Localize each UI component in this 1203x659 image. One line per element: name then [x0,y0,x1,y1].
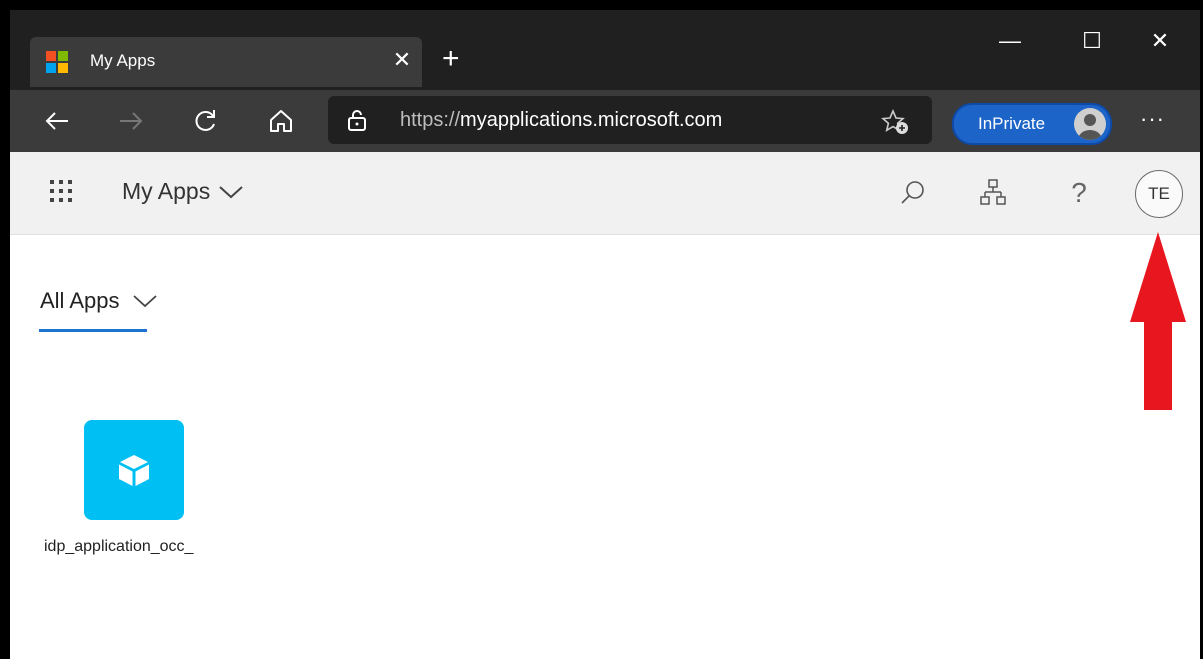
active-filter-underline [39,329,147,332]
url-text[interactable]: https://myapplications.microsoft.com [400,109,722,132]
lock-icon [348,110,366,131]
inprivate-label: InPrivate [978,114,1046,133]
help-icon[interactable]: ? [1062,176,1096,210]
close-window-button[interactable]: ✕ [1140,28,1180,54]
chevron-down-icon [132,295,157,308]
tab-title: My Apps [90,51,156,70]
user-avatar-button[interactable]: TE [1135,170,1183,218]
arrow-right-icon [120,112,143,130]
arrow-left-icon [45,112,68,130]
all-apps-label: All Apps [40,288,120,313]
app-title-dropdown[interactable]: My Apps [122,178,244,205]
refresh-icon [195,110,215,131]
app-title: My Apps [122,178,211,204]
home-icon [270,110,292,132]
back-button[interactable] [42,106,78,136]
app-name[interactable]: idp_application_occ_ [44,538,193,556]
maximize-button[interactable]: ☐ [1072,28,1112,54]
all-apps-dropdown[interactable]: All Apps [40,288,158,314]
app-header: My Apps ? TE [10,152,1200,235]
org-chart-icon [980,179,1006,205]
user-initials: TE [1148,184,1170,203]
organization-button[interactable] [976,176,1010,210]
minimize-button[interactable]: — [990,28,1030,54]
more-options-button[interactable]: ··· [1140,106,1165,132]
search-button[interactable] [896,176,930,210]
search-icon [901,181,924,204]
cube-icon [119,455,149,486]
new-tab-button[interactable]: + [442,44,460,74]
browser-tab[interactable]: My Apps ✕ [30,37,422,87]
app-launcher-icon[interactable] [50,180,74,204]
title-bar: My Apps ✕ + — ☐ ✕ [10,10,1200,90]
profile-avatar-icon [1074,108,1106,140]
address-bar[interactable]: https://myapplications.microsoft.com [328,96,932,144]
annotation-arrow-up-icon [1130,232,1186,410]
microsoft-logo-icon [46,51,68,73]
inprivate-button[interactable]: InPrivate [952,103,1112,145]
tab-close-icon[interactable]: ✕ [388,47,416,73]
add-favorite-icon [881,108,908,134]
home-button[interactable] [266,106,302,136]
refresh-button[interactable] [190,106,226,136]
navigation-bar: https://myapplications.microsoft.com InP… [10,90,1200,152]
chevron-down-icon [219,185,243,198]
app-tile[interactable] [84,420,184,520]
browser-window: My Apps ✕ + — ☐ ✕ https://myapplications… [10,10,1200,659]
forward-button[interactable] [116,106,152,136]
